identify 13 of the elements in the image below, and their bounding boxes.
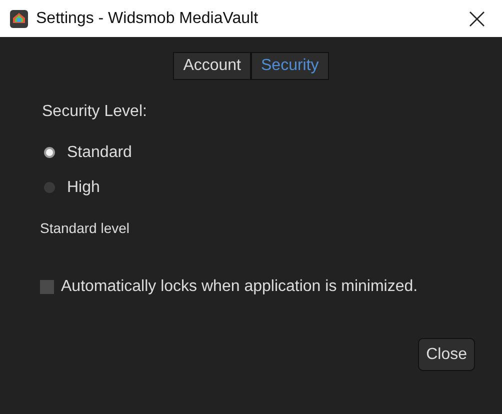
- tab[interactable]: Account: [173, 52, 251, 80]
- tab[interactable]: Security: [251, 52, 329, 80]
- close-button[interactable]: Close: [418, 338, 475, 371]
- level-description: Standard level: [40, 220, 131, 236]
- checkbox[interactable]: [40, 280, 54, 294]
- checkbox-label[interactable]: Automatically locks when application is minimized.: [61, 278, 418, 296]
- radio-label[interactable]: Standard: [67, 144, 132, 162]
- radio-button[interactable]: [44, 147, 55, 158]
- window-title: Settings - Widsmob MediaVault: [36, 10, 260, 28]
- section-label: Security Level:: [42, 103, 148, 121]
- radio-label[interactable]: High: [67, 178, 100, 196]
- radio-button[interactable]: [44, 182, 55, 193]
- app-icon: [10, 10, 28, 28]
